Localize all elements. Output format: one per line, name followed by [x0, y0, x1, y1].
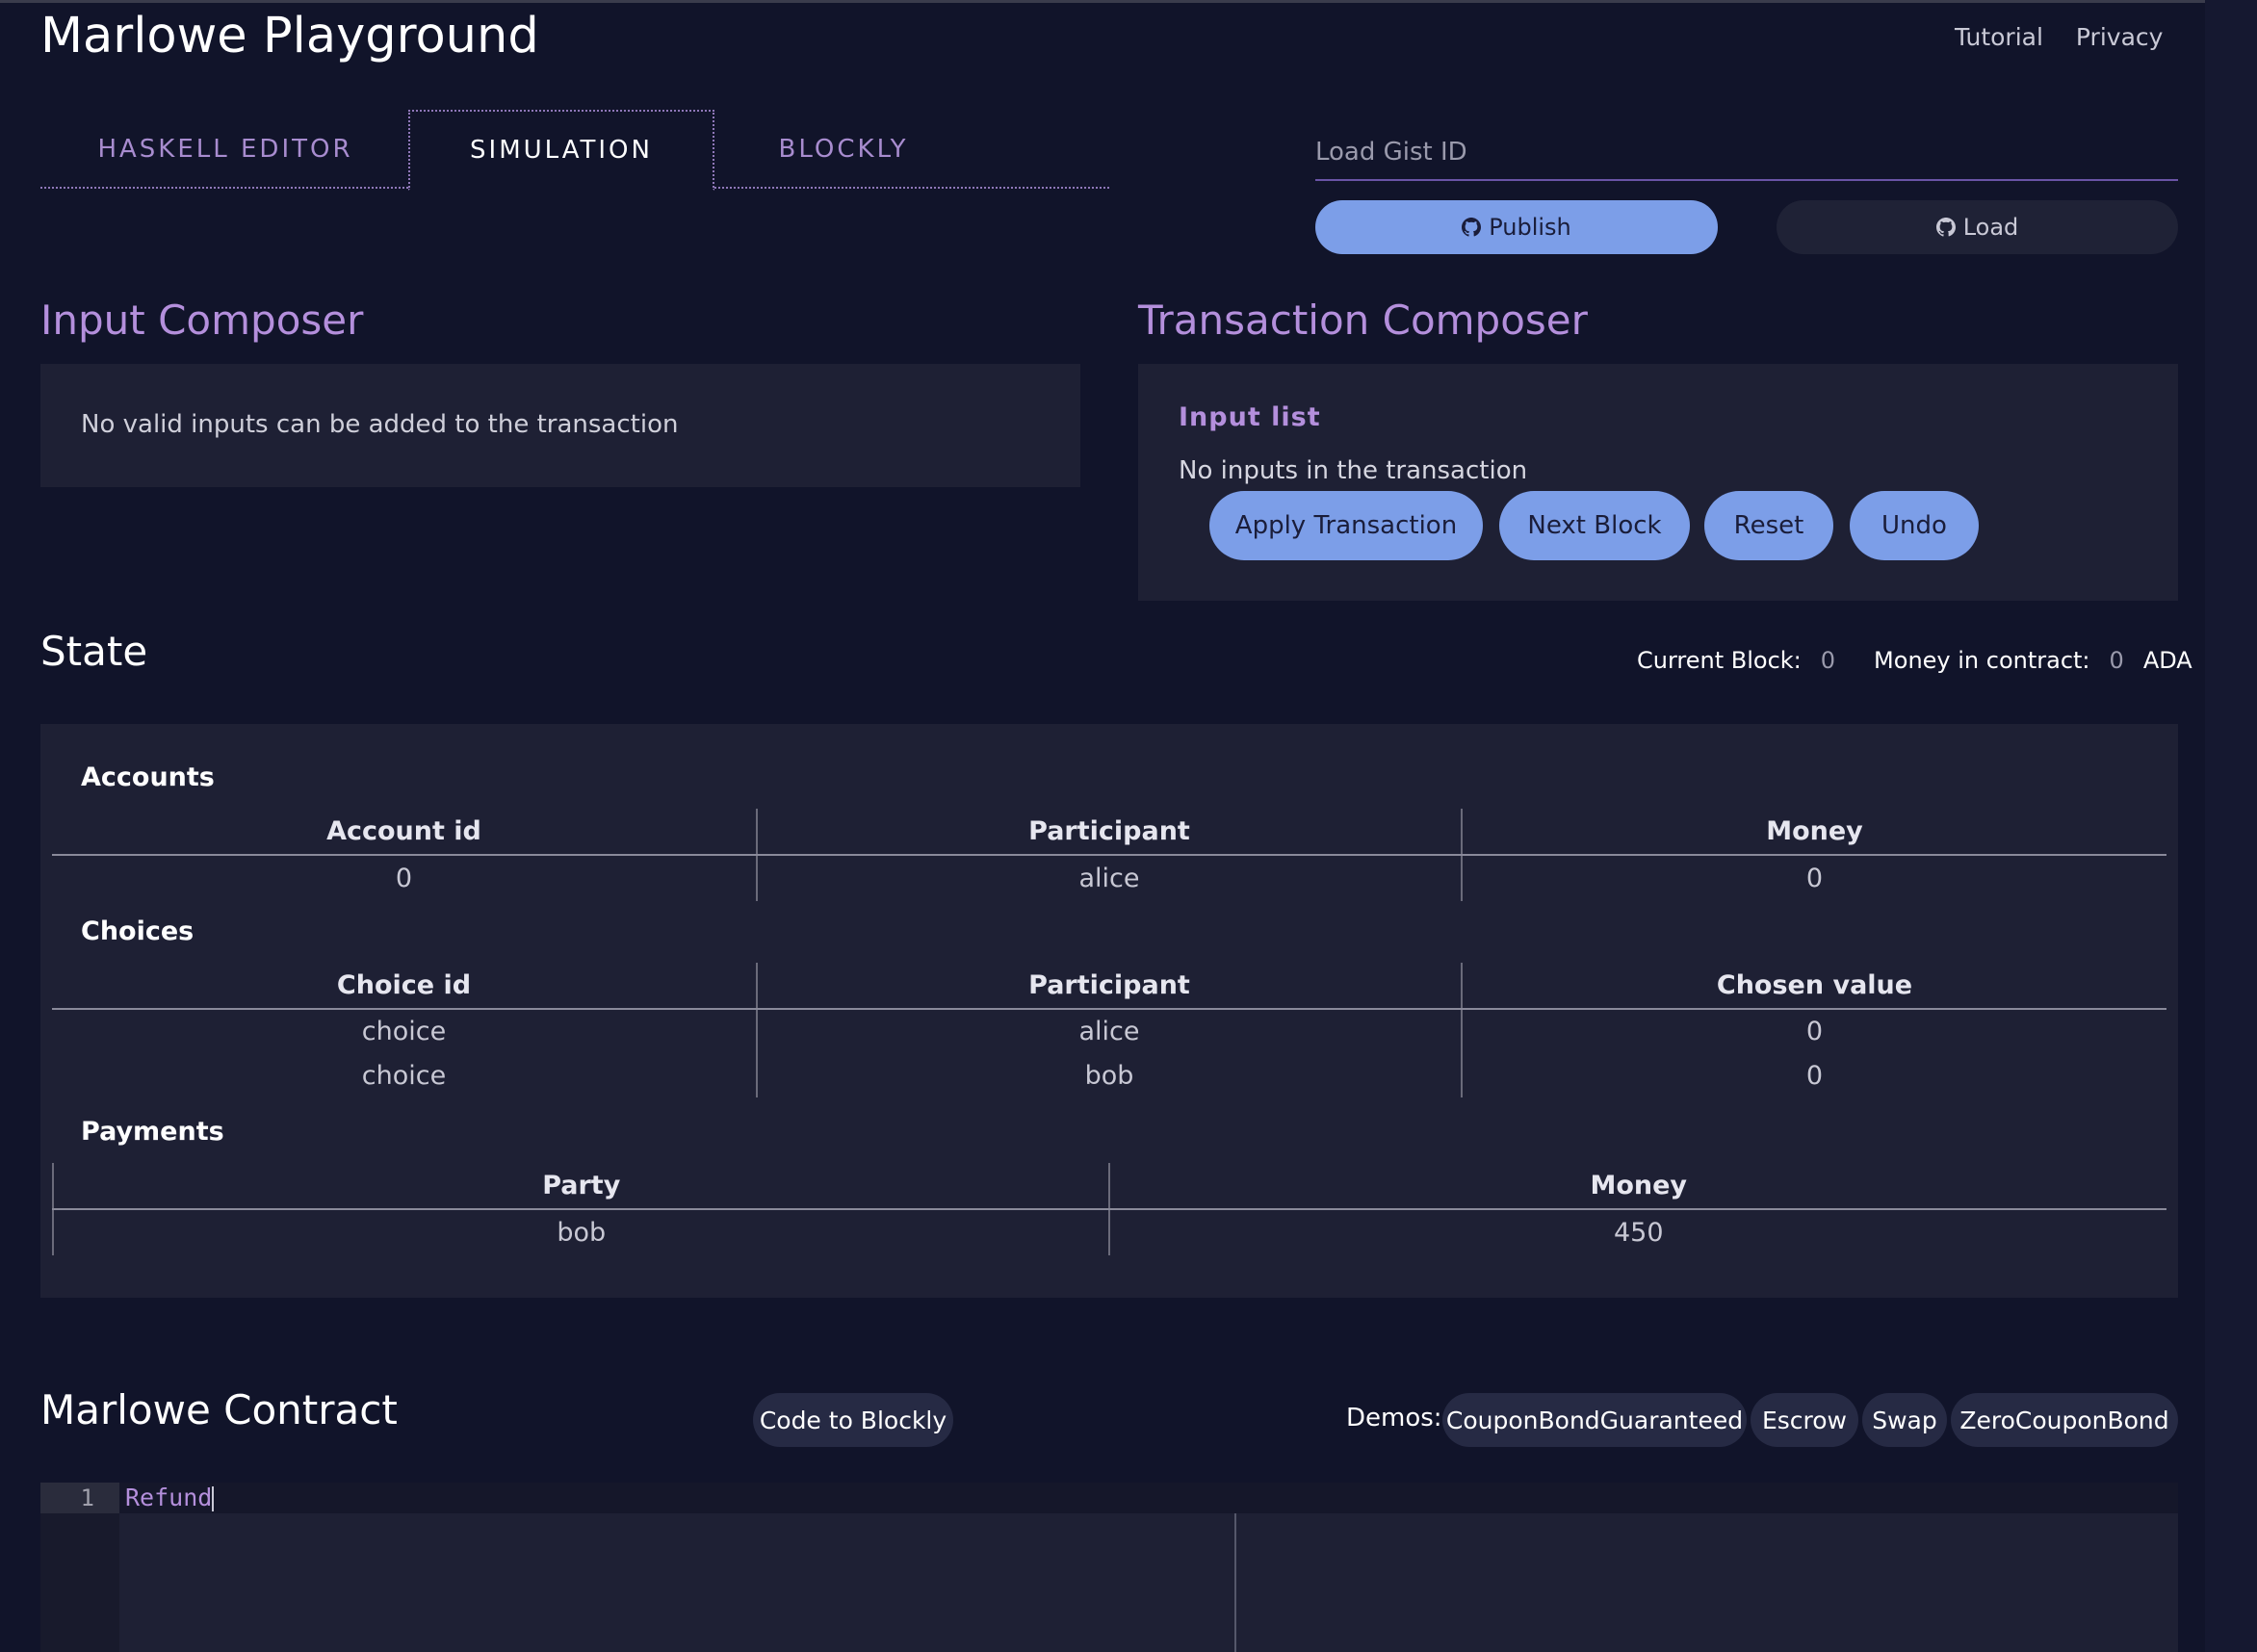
choices-title: Choices	[81, 916, 195, 946]
column-header: Choice id	[52, 963, 757, 1010]
active-line-highlight	[119, 1483, 2178, 1513]
demo-coupon-bond-guaranteed-button[interactable]: CouponBondGuaranteed	[1442, 1393, 1747, 1447]
accounts-header-row: Account id Participant Money	[52, 809, 2166, 856]
privacy-link[interactable]: Privacy	[2076, 23, 2164, 51]
table-row: bob 450	[51, 1209, 2166, 1255]
github-icon	[1462, 218, 1482, 237]
tab-bar: HASKELL EDITOR SIMULATION BLOCKLY	[40, 110, 1109, 191]
line-number: 1	[80, 1484, 94, 1511]
next-block-button[interactable]: Next Block	[1499, 491, 1690, 560]
column-header: Participant	[756, 809, 1462, 856]
payments-title: Payments	[81, 1117, 224, 1147]
tab-simulation[interactable]: SIMULATION	[408, 110, 714, 191]
undo-button[interactable]: Undo	[1850, 491, 1979, 560]
publish-label: Publish	[1489, 214, 1571, 241]
column-header: Chosen value	[1461, 963, 2166, 1010]
table-cell: 450	[1108, 1209, 2166, 1255]
top-nav: Tutorial Privacy	[1955, 23, 2163, 51]
table-cell: 0	[1461, 1009, 2166, 1053]
table-cell: 0	[395, 864, 413, 893]
input-composer-title: Input Composer	[40, 297, 364, 344]
tutorial-link[interactable]: Tutorial	[1955, 23, 2043, 51]
table-cell: bob	[51, 1209, 1110, 1255]
input-composer-message: No valid inputs can be added to the tran…	[81, 410, 679, 439]
tab-blockly[interactable]: BLOCKLY	[714, 110, 973, 189]
code-line[interactable]: Refund	[125, 1483, 215, 1513]
load-label: Load	[1962, 214, 2019, 241]
editor-split-divider[interactable]	[1234, 1513, 1236, 1652]
code-editor[interactable]: 1 Refund	[40, 1483, 2178, 1652]
table-cell: alice	[756, 855, 1462, 901]
payments-header-row: Party Money	[51, 1163, 2166, 1210]
demo-swap-button[interactable]: Swap	[1862, 1393, 1947, 1447]
current-block-value: 0	[1820, 647, 1836, 674]
text-cursor	[212, 1486, 215, 1511]
app-title: Marlowe Playground	[40, 8, 539, 65]
column-header: Account id	[52, 809, 757, 856]
table-cell: choice	[361, 1060, 447, 1091]
table-row: choice bob 0	[52, 1053, 2166, 1097]
publish-button[interactable]: Publish	[1315, 200, 1718, 254]
state-title: State	[40, 628, 148, 675]
demo-escrow-button[interactable]: Escrow	[1751, 1393, 1858, 1447]
column-header: Participant	[756, 963, 1462, 1010]
table-cell: 0	[1461, 855, 2166, 901]
table-cell: choice	[361, 1017, 447, 1046]
money-in-contract-value: 0	[2109, 647, 2124, 674]
column-header: Money	[1461, 809, 2166, 856]
currency-label: ADA	[2142, 647, 2192, 674]
code-text: Refund	[125, 1484, 213, 1511]
no-inputs-message: No inputs in the transaction	[1179, 456, 1528, 485]
marlowe-playground-page: Marlowe Playground Tutorial Privacy HASK…	[0, 0, 2257, 1652]
column-header: Party	[51, 1163, 1110, 1210]
table-row: 0 alice 0	[52, 855, 2166, 901]
payments-table: Party Money bob 450	[51, 1163, 2166, 1255]
top-border	[0, 0, 2257, 3]
load-button[interactable]: Load	[1777, 200, 2178, 254]
apply-transaction-button[interactable]: Apply Transaction	[1209, 491, 1483, 560]
input-composer-panel: No valid inputs can be added to the tran…	[40, 364, 1080, 487]
accounts-title: Accounts	[81, 762, 215, 792]
choices-table: Choice id Participant Chosen value choic…	[52, 963, 2166, 1097]
money-in-contract-label: Money in contract:	[1874, 647, 2090, 674]
column-header: Money	[1108, 1163, 2166, 1210]
marlowe-contract-title: Marlowe Contract	[40, 1386, 398, 1433]
input-list-label: Input list	[1179, 402, 1321, 432]
demo-zero-coupon-bond-button[interactable]: ZeroCouponBond	[1951, 1393, 2178, 1447]
github-icon	[1935, 218, 1956, 237]
reset-button[interactable]: Reset	[1704, 491, 1833, 560]
current-block-label: Current Block:	[1637, 647, 1802, 674]
table-cell: alice	[756, 1009, 1462, 1053]
accounts-table: Account id Participant Money 0 alice 0	[52, 809, 2166, 901]
table-cell: bob	[756, 1053, 1462, 1097]
gist-id-input[interactable]	[1315, 125, 2178, 181]
choices-header-row: Choice id Participant Chosen value	[52, 963, 2166, 1010]
page-right-gutter	[2205, 0, 2257, 1652]
state-stats: Current Block: 0 Money in contract: 0 AD…	[1637, 647, 2192, 674]
table-cell: 0	[1461, 1053, 2166, 1097]
tab-haskell-editor[interactable]: HASKELL EDITOR	[40, 110, 410, 189]
code-to-blockly-button[interactable]: Code to Blockly	[753, 1393, 953, 1447]
transaction-composer-title: Transaction Composer	[1138, 297, 1588, 344]
demos-label: Demos:	[1346, 1404, 1442, 1433]
table-row: choice alice 0	[52, 1009, 2166, 1053]
